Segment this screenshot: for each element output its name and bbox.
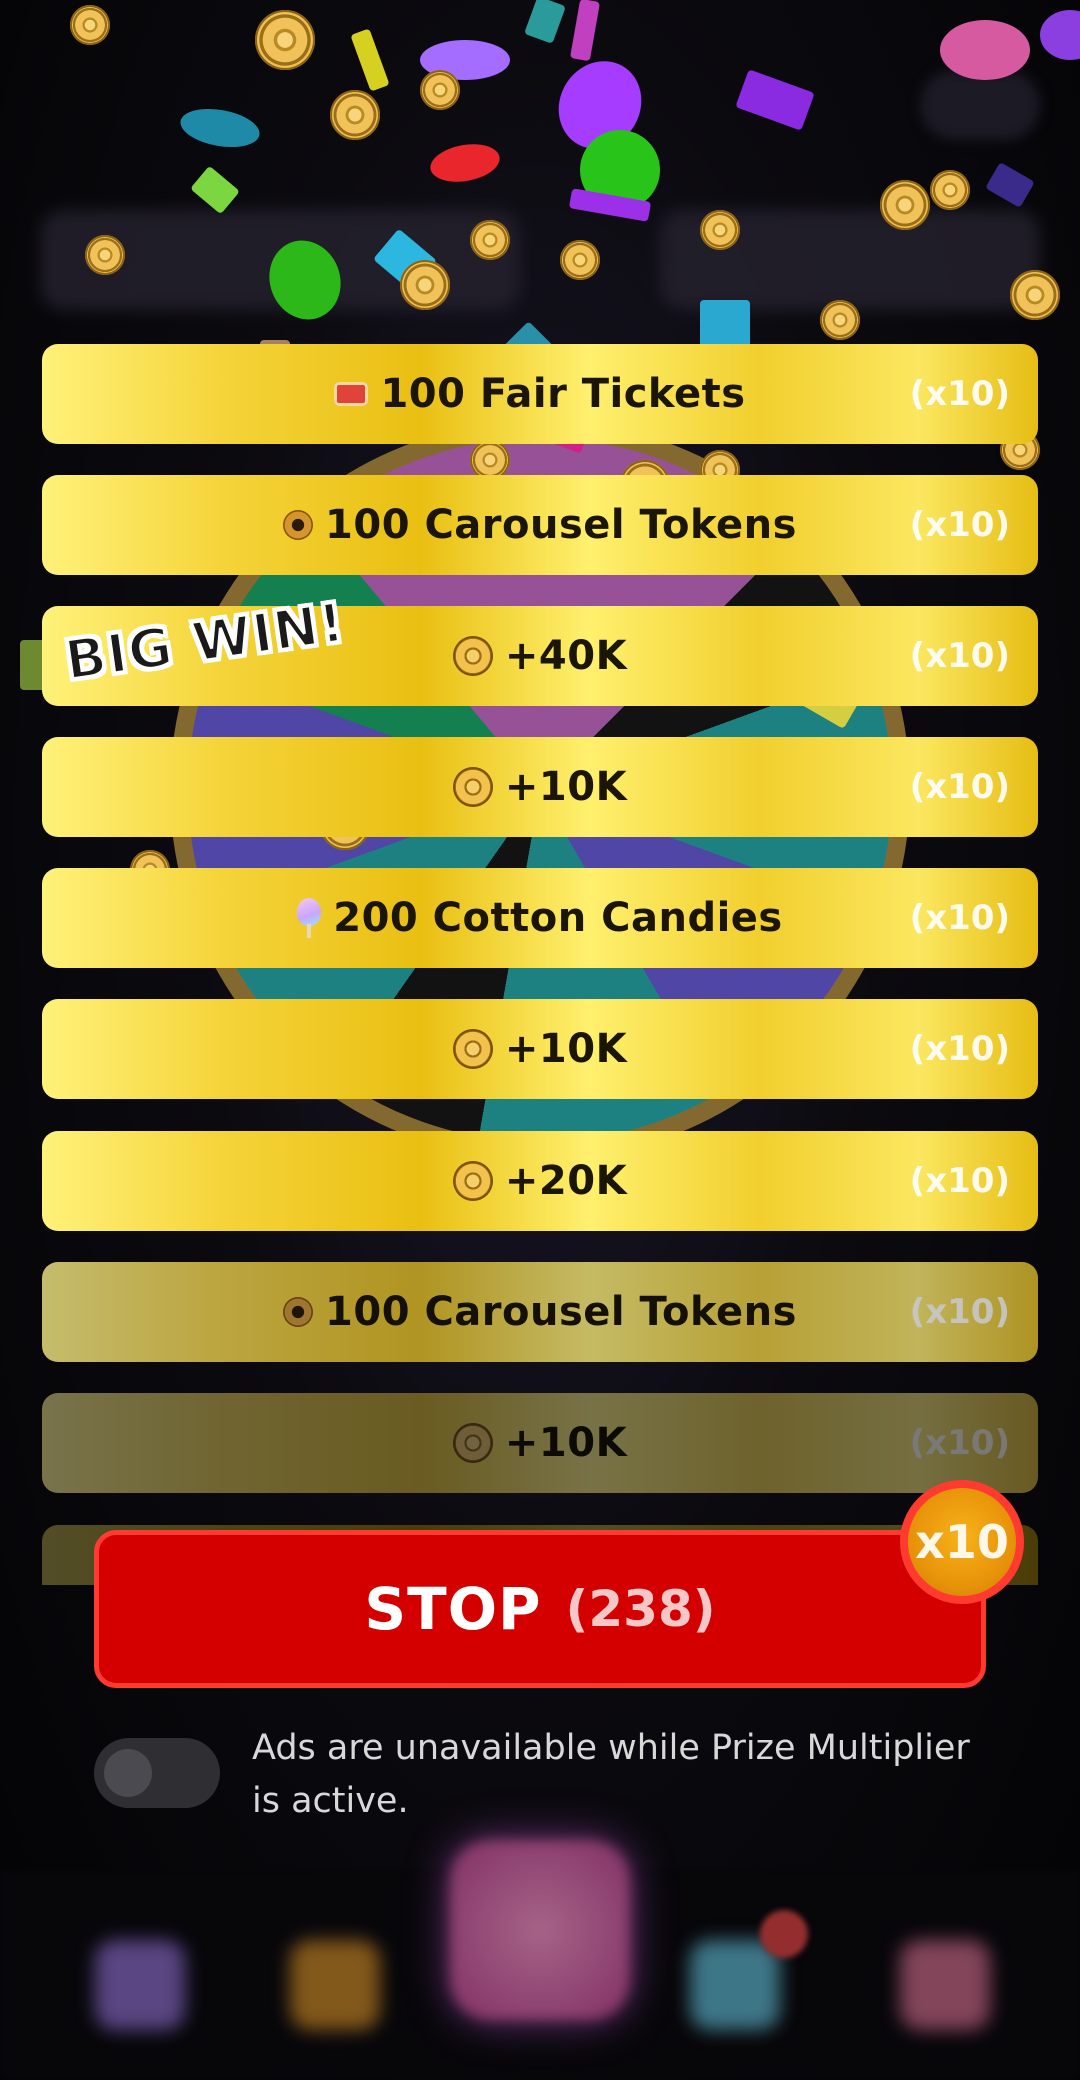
reward-label: +10K <box>504 1026 628 1072</box>
confetti-piece <box>700 300 750 350</box>
ticket-icon <box>334 382 369 406</box>
reward-multiplier: (x10) <box>909 898 1010 938</box>
toggle-knob <box>104 1749 152 1797</box>
reward-content: +10K <box>452 764 628 810</box>
reward-multiplier: (x10) <box>909 767 1010 807</box>
carousel-token-icon <box>283 510 314 540</box>
coin-icon <box>452 1161 493 1201</box>
reward-multiplier: (x10) <box>909 1161 1010 1201</box>
ads-unavailable-text: Ads are unavailable while Prize Multipli… <box>252 1728 970 1821</box>
flying-coin-icon <box>255 10 315 70</box>
reward-label: +10K <box>504 764 628 810</box>
coin-icon <box>452 1423 493 1463</box>
reward-content: +40K <box>452 633 628 679</box>
reward-row: 100 Carousel Tokens (x10) <box>42 475 1038 575</box>
flying-coin-icon <box>700 210 740 250</box>
reward-row: +10K (x10) <box>42 737 1038 837</box>
reward-content: 100 Carousel Tokens <box>283 502 797 548</box>
reward-row: +10K (x10) <box>42 1393 1038 1493</box>
reward-row: +10K (x10) <box>42 999 1038 1099</box>
reward-multiplier: (x10) <box>909 505 1010 545</box>
reward-multiplier: (x10) <box>909 374 1010 414</box>
reward-label: +10K <box>504 1420 628 1466</box>
flying-coin-icon <box>820 300 860 340</box>
ads-toggle[interactable] <box>94 1738 220 1808</box>
reward-content: +10K <box>452 1026 628 1072</box>
reward-label: 100 Carousel Tokens <box>325 502 797 548</box>
flying-coin-icon <box>560 240 600 280</box>
reward-content: +10K <box>452 1420 628 1466</box>
reward-row: +20K (x10) <box>42 1131 1038 1231</box>
stop-button-count: (238) <box>565 1580 716 1638</box>
flying-coin-icon <box>470 220 510 260</box>
stop-button-label: STOP <box>364 1575 542 1643</box>
reward-multiplier: (x10) <box>909 1423 1010 1463</box>
reward-content: +20K <box>452 1158 628 1204</box>
reward-multiplier: (x10) <box>909 1292 1010 1332</box>
reward-label: 200 Cotton Candies <box>333 895 783 941</box>
stop-button[interactable]: STOP (238) <box>94 1530 986 1688</box>
carousel-token-icon <box>283 1297 314 1327</box>
flying-coin-icon <box>880 180 930 230</box>
coin-icon <box>452 1029 493 1069</box>
coin-icon <box>452 767 493 807</box>
flying-coin-icon <box>420 70 460 110</box>
reward-row: 200 Cotton Candies (x10) <box>42 868 1038 968</box>
reward-content: 200 Cotton Candies <box>297 895 783 941</box>
flying-coin-icon <box>470 440 510 480</box>
flying-coin-icon <box>330 90 380 140</box>
flying-coin-icon <box>1010 270 1060 320</box>
flying-coin-icon <box>85 235 125 275</box>
reward-label: +40K <box>504 633 628 679</box>
cotton-candy-icon <box>297 898 322 938</box>
spin-result-screen: 100 Fair Tickets (x10) 100 Carousel Tokens… <box>0 0 1080 2080</box>
reward-content: 100 Carousel Tokens <box>283 1289 797 1335</box>
prize-multiplier-badge: x10 <box>900 1480 1024 1604</box>
confetti-piece <box>940 20 1030 80</box>
reward-content: 100 Fair Tickets <box>334 371 745 417</box>
reward-label: +20K <box>504 1158 628 1204</box>
coin-icon <box>452 636 493 676</box>
reward-multiplier: (x10) <box>909 1029 1010 1069</box>
reward-label: 100 Carousel Tokens <box>325 1289 797 1335</box>
flying-coin-icon <box>400 260 450 310</box>
flying-coin-icon <box>930 170 970 210</box>
reward-label: 100 Fair Tickets <box>380 371 746 417</box>
reward-row: 100 Carousel Tokens (x10) <box>42 1262 1038 1362</box>
reward-row: 100 Fair Tickets (x10) <box>42 344 1038 444</box>
flying-coin-icon <box>70 5 110 45</box>
reward-multiplier: (x10) <box>909 636 1010 676</box>
